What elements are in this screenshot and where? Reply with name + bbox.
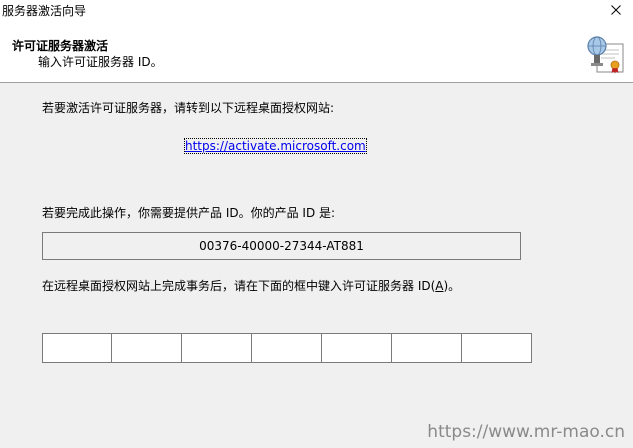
instruction-enter-suffix: )。: [443, 279, 461, 293]
server-id-field-1[interactable]: [42, 333, 112, 363]
instruction-enter-prefix: 在远程桌面授权网站上完成事务后，请在下面的框中键入许可证服务器 ID(: [42, 279, 436, 293]
server-id-fields: [42, 333, 532, 363]
wizard-body: 若要激活许可证服务器，请转到以下远程桌面授权网站: https://activa…: [0, 83, 633, 448]
product-id-display: 00376-40000-27344-AT881: [42, 232, 521, 260]
window-title: 服务器激活向导: [2, 4, 87, 18]
activation-website-link[interactable]: https://activate.microsoft.com: [184, 138, 367, 154]
server-id-field-4[interactable]: [252, 333, 322, 363]
instruction-product-id: 若要完成此操作，你需要提供产品 ID。你的产品 ID 是:: [42, 206, 336, 220]
certificate-server-icon: [587, 36, 624, 74]
wizard-header: 许可证服务器激活 输入许可证服务器 ID。: [0, 20, 633, 82]
server-id-field-6[interactable]: [392, 333, 462, 363]
server-id-field-7[interactable]: [462, 333, 532, 363]
server-id-field-2[interactable]: [112, 333, 182, 363]
header-title: 许可证服务器激活: [12, 39, 109, 53]
server-id-field-3[interactable]: [182, 333, 252, 363]
title-bar: 服务器激活向导: [0, 0, 633, 20]
header-subtitle: 输入许可证服务器 ID。: [38, 55, 163, 69]
close-icon: [611, 5, 621, 15]
watermark: https://www.mr-mao.cn: [427, 422, 625, 442]
instruction-access-key: A: [435, 279, 444, 293]
instruction-visit-website: 若要激活许可证服务器，请转到以下远程桌面授权网站:: [42, 101, 335, 115]
instruction-enter-server-id: 在远程桌面授权网站上完成事务后，请在下面的框中键入许可证服务器 ID(A)。: [42, 277, 460, 294]
close-button[interactable]: [599, 0, 633, 20]
server-id-field-5[interactable]: [322, 333, 392, 363]
activation-wizard-window: 服务器激活向导 许可证服务器激活 输入许可证服务器 ID。 若要激活许可证服务器…: [0, 0, 633, 448]
